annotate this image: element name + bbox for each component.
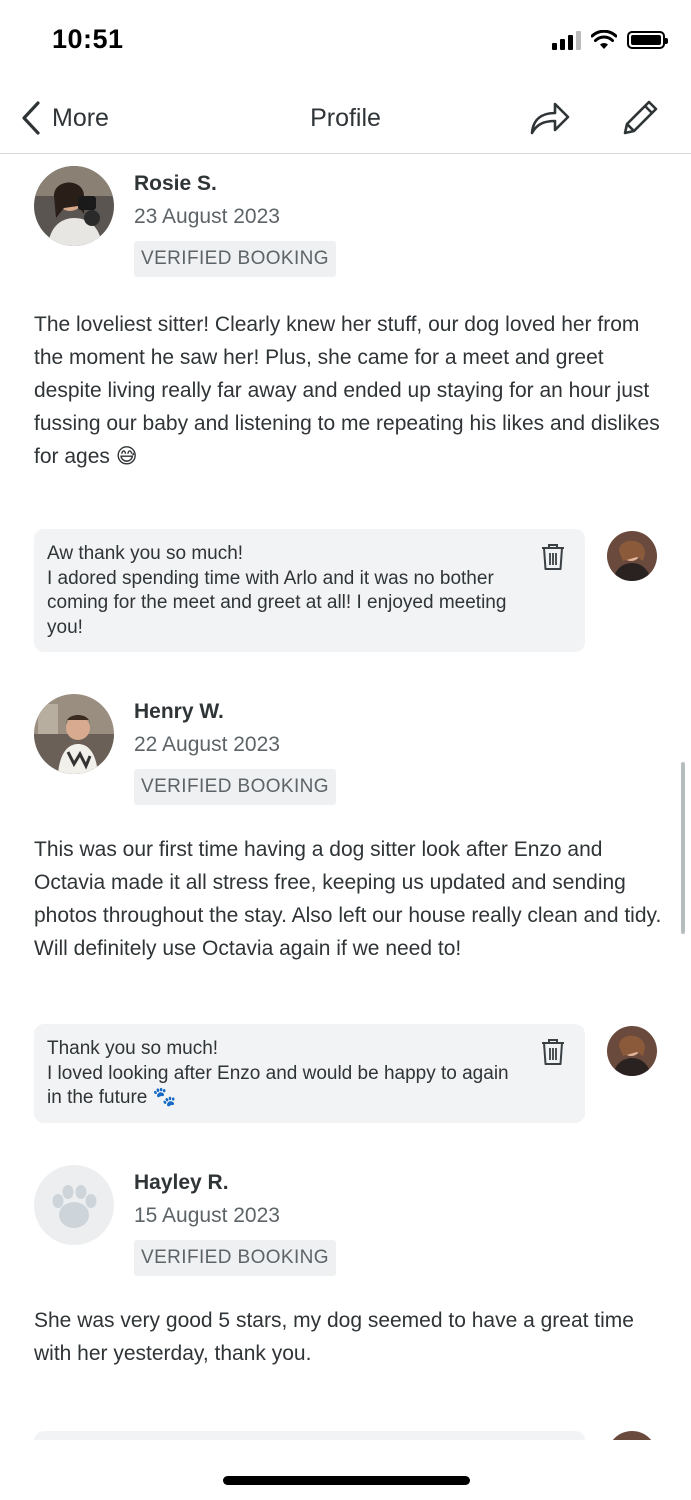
page-title: Profile (310, 104, 381, 132)
review-date: 15 August 2023 (134, 1204, 280, 1227)
reply-bubble: Thank you so much! I loved looking after… (34, 1024, 585, 1123)
avatar[interactable] (34, 166, 114, 246)
avatar[interactable] (34, 1165, 114, 1245)
cellular-signal-icon (552, 30, 581, 50)
trash-icon (542, 544, 564, 570)
edit-button[interactable] (618, 96, 662, 145)
delete-reply-button[interactable] (541, 1038, 565, 1071)
status-bar: 10:51 (0, 0, 691, 84)
review-text: The loveliest sitter! Clearly knew her s… (34, 313, 660, 468)
delete-reply-button[interactable] (541, 543, 565, 576)
navigation-bar: More Profile (0, 84, 691, 154)
scrollbar[interactable] (681, 762, 685, 934)
home-indicator[interactable] (223, 1476, 470, 1485)
reviews-list[interactable]: Rosie S. 23 August 2023 VERIFIED BOOKING… (0, 155, 691, 1440)
avatar[interactable] (34, 694, 114, 774)
share-button[interactable] (528, 98, 572, 143)
reviewer-name: Henry W. (134, 700, 224, 723)
pencil-icon (623, 100, 658, 135)
sitter-avatar[interactable] (607, 1431, 657, 1440)
reply-bubble (34, 1431, 585, 1440)
sitter-avatar[interactable] (607, 531, 657, 581)
reviewer-name: Hayley R. (134, 1171, 229, 1194)
review-date: 22 August 2023 (134, 733, 280, 756)
verified-badge: VERIFIED BOOKING (134, 241, 336, 277)
sitter-avatar[interactable] (607, 1026, 657, 1076)
reply-bubble: Aw thank you so much! I adored spending … (34, 529, 585, 652)
share-arrow-icon (530, 102, 570, 135)
reviewer-name: Rosie S. (134, 172, 217, 195)
trash-icon (542, 1039, 564, 1065)
verified-badge: VERIFIED BOOKING (134, 1240, 336, 1276)
review-text: This was our first time having a dog sit… (34, 838, 662, 960)
status-icons (552, 30, 668, 50)
wifi-icon (591, 30, 617, 49)
reply-text: Aw thank you so much! I adored spending … (47, 543, 507, 638)
review-text: She was very good 5 stars, my dog seemed… (34, 1309, 634, 1365)
reply-text: Thank you so much! I loved looking after… (47, 1038, 509, 1108)
verified-badge: VERIFIED BOOKING (134, 769, 336, 805)
status-time: 10:51 (52, 24, 124, 54)
paw-icon (52, 1185, 97, 1228)
review-date: 23 August 2023 (134, 205, 280, 228)
battery-icon (627, 31, 668, 49)
